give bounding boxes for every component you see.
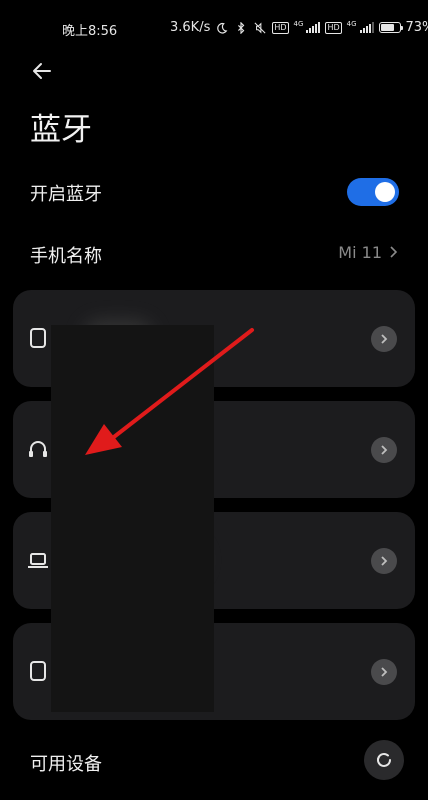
bluetooth-toggle-label: 开启蓝牙 [30, 184, 102, 205]
status-icons: 3.6K/s HD 4G HD 4G 73% [170, 19, 428, 36]
battery-icon [378, 22, 403, 33]
moon-icon [217, 22, 228, 34]
battery-fill [380, 24, 394, 31]
bluetooth-icon [238, 21, 245, 34]
battery-percent: 73% [405, 20, 428, 35]
network-type-1: 4G [293, 19, 304, 28]
hd-icon: HD [272, 21, 289, 34]
bluetooth-toggle[interactable] [347, 178, 399, 206]
device-name-label[interactable]: 手机名称 [30, 242, 102, 268]
page-title: 蓝牙 [30, 112, 92, 148]
net-speed: 3.6K/s [170, 20, 211, 35]
device-detail-button[interactable] [371, 548, 397, 574]
signal-icon-2 [359, 22, 374, 33]
toggle-knob [375, 182, 395, 202]
phone-icon [30, 661, 46, 681]
available-devices-label: 可用设备 [30, 754, 102, 775]
device-detail-button[interactable] [371, 437, 397, 463]
chevron-right-icon [381, 667, 388, 677]
device-name-value[interactable]: Mi 11 [338, 243, 382, 262]
device-detail-button[interactable] [371, 659, 397, 685]
status-time: 晚上8:56 [62, 24, 118, 39]
hd-icon-2: HD [325, 21, 342, 34]
network-type-2: 4G [346, 19, 357, 28]
chevron-right-icon [381, 445, 388, 455]
headphones-icon [29, 441, 47, 457]
refresh-icon [377, 752, 391, 767]
phone-icon [30, 328, 46, 348]
chevron-right-icon[interactable] [388, 245, 400, 259]
device-detail-button[interactable] [371, 326, 397, 352]
mute-icon [254, 21, 266, 34]
chevron-right-icon [381, 556, 388, 566]
chevron-right-icon [381, 334, 388, 344]
back-arrow-icon[interactable] [30, 58, 56, 84]
refresh-button[interactable] [364, 740, 404, 780]
laptop-icon [28, 553, 48, 568]
signal-icon [306, 22, 321, 33]
redaction-overlay [51, 325, 214, 712]
status-bar: 晚上8:56 3.6K/s HD 4G HD 4G 73% [0, 0, 428, 58]
